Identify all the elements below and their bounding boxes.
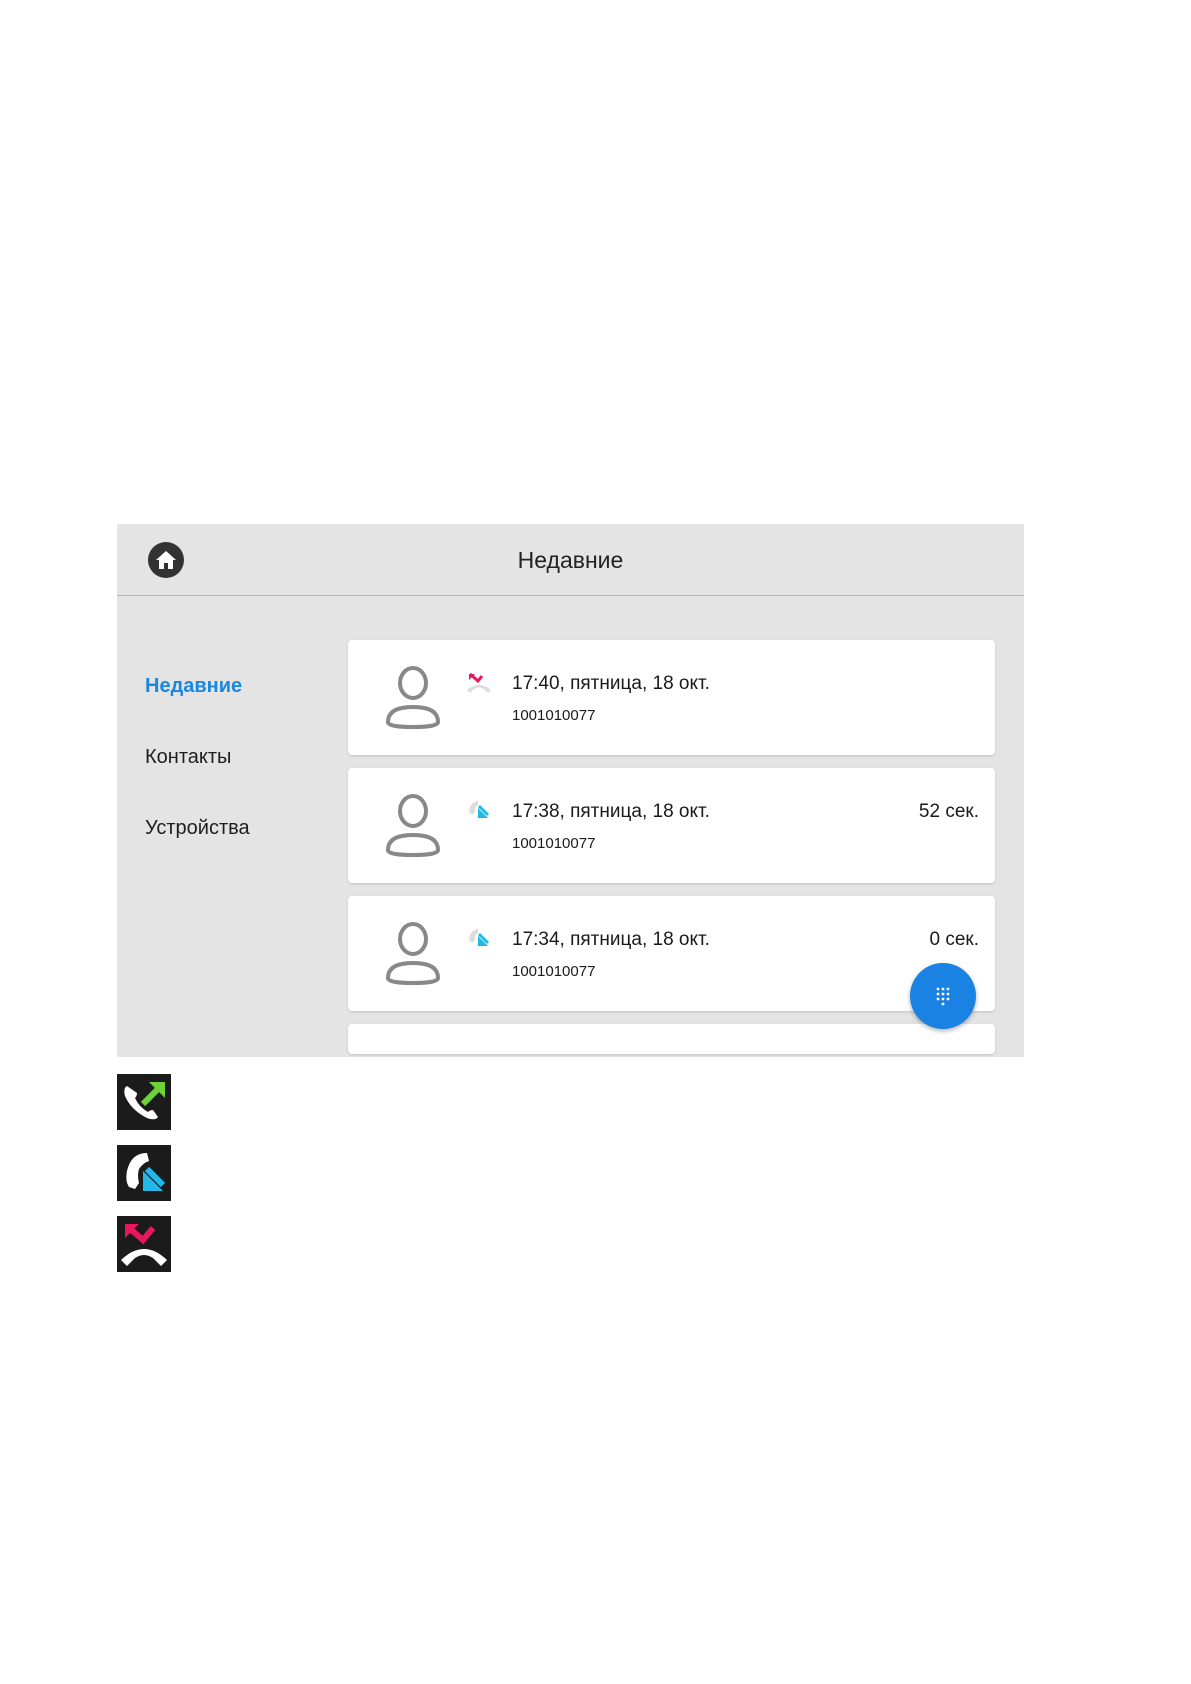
missed-call-icon xyxy=(467,672,491,693)
incoming-call-icon xyxy=(126,1153,166,1191)
call-log-item[interactable]: 17:38, пятница, 18 окт. 1001010077 52 се… xyxy=(348,768,995,883)
call-log-item[interactable] xyxy=(348,1024,995,1054)
dialpad-button[interactable] xyxy=(910,963,976,1029)
home-icon xyxy=(156,551,176,569)
incoming-call-icon xyxy=(469,929,490,946)
incoming-call-icon xyxy=(469,801,490,818)
call-duration: 0 сек. xyxy=(929,929,979,950)
page-title: Недавние xyxy=(517,547,624,573)
outgoing-call-legend xyxy=(117,1074,171,1130)
call-time: 17:38, пятница, 18 окт. xyxy=(512,801,710,822)
sidebar-item-contacts[interactable]: Контакты xyxy=(145,743,250,771)
outgoing-call-icon xyxy=(124,1082,165,1120)
home-button[interactable] xyxy=(148,542,184,578)
sidebar-item-recent[interactable]: Недавние xyxy=(145,672,250,700)
missed-call-icon xyxy=(121,1223,167,1266)
avatar-icon xyxy=(385,922,441,986)
call-log-item[interactable]: 17:34, пятница, 18 окт. 1001010077 0 сек… xyxy=(348,896,995,1011)
top-bar: Недавние xyxy=(117,524,1024,596)
avatar-icon xyxy=(385,794,441,858)
call-number: 1001010077 xyxy=(512,707,596,724)
sidebar-item-devices[interactable]: Устройства xyxy=(145,814,250,842)
call-time: 17:40, пятница, 18 окт. xyxy=(512,673,710,694)
call-log-item[interactable]: 17:40, пятница, 18 окт. 1001010077 xyxy=(348,640,995,755)
dialpad-icon xyxy=(936,987,950,1006)
call-number: 1001010077 xyxy=(512,835,596,852)
incoming-call-legend xyxy=(117,1145,171,1201)
recent-calls-list: 17:40, пятница, 18 окт. 1001010077 17:38… xyxy=(348,640,995,1057)
avatar-icon xyxy=(385,666,441,730)
call-time: 17:34, пятница, 18 окт. xyxy=(512,929,710,950)
call-number: 1001010077 xyxy=(512,963,596,980)
call-duration: 52 сек. xyxy=(918,801,979,822)
missed-call-legend xyxy=(117,1216,171,1272)
sidebar: Недавние Контакты Устройства xyxy=(145,672,250,885)
intercom-screen: Недавние Недавние Контакты Устройства 17… xyxy=(117,524,1024,1057)
